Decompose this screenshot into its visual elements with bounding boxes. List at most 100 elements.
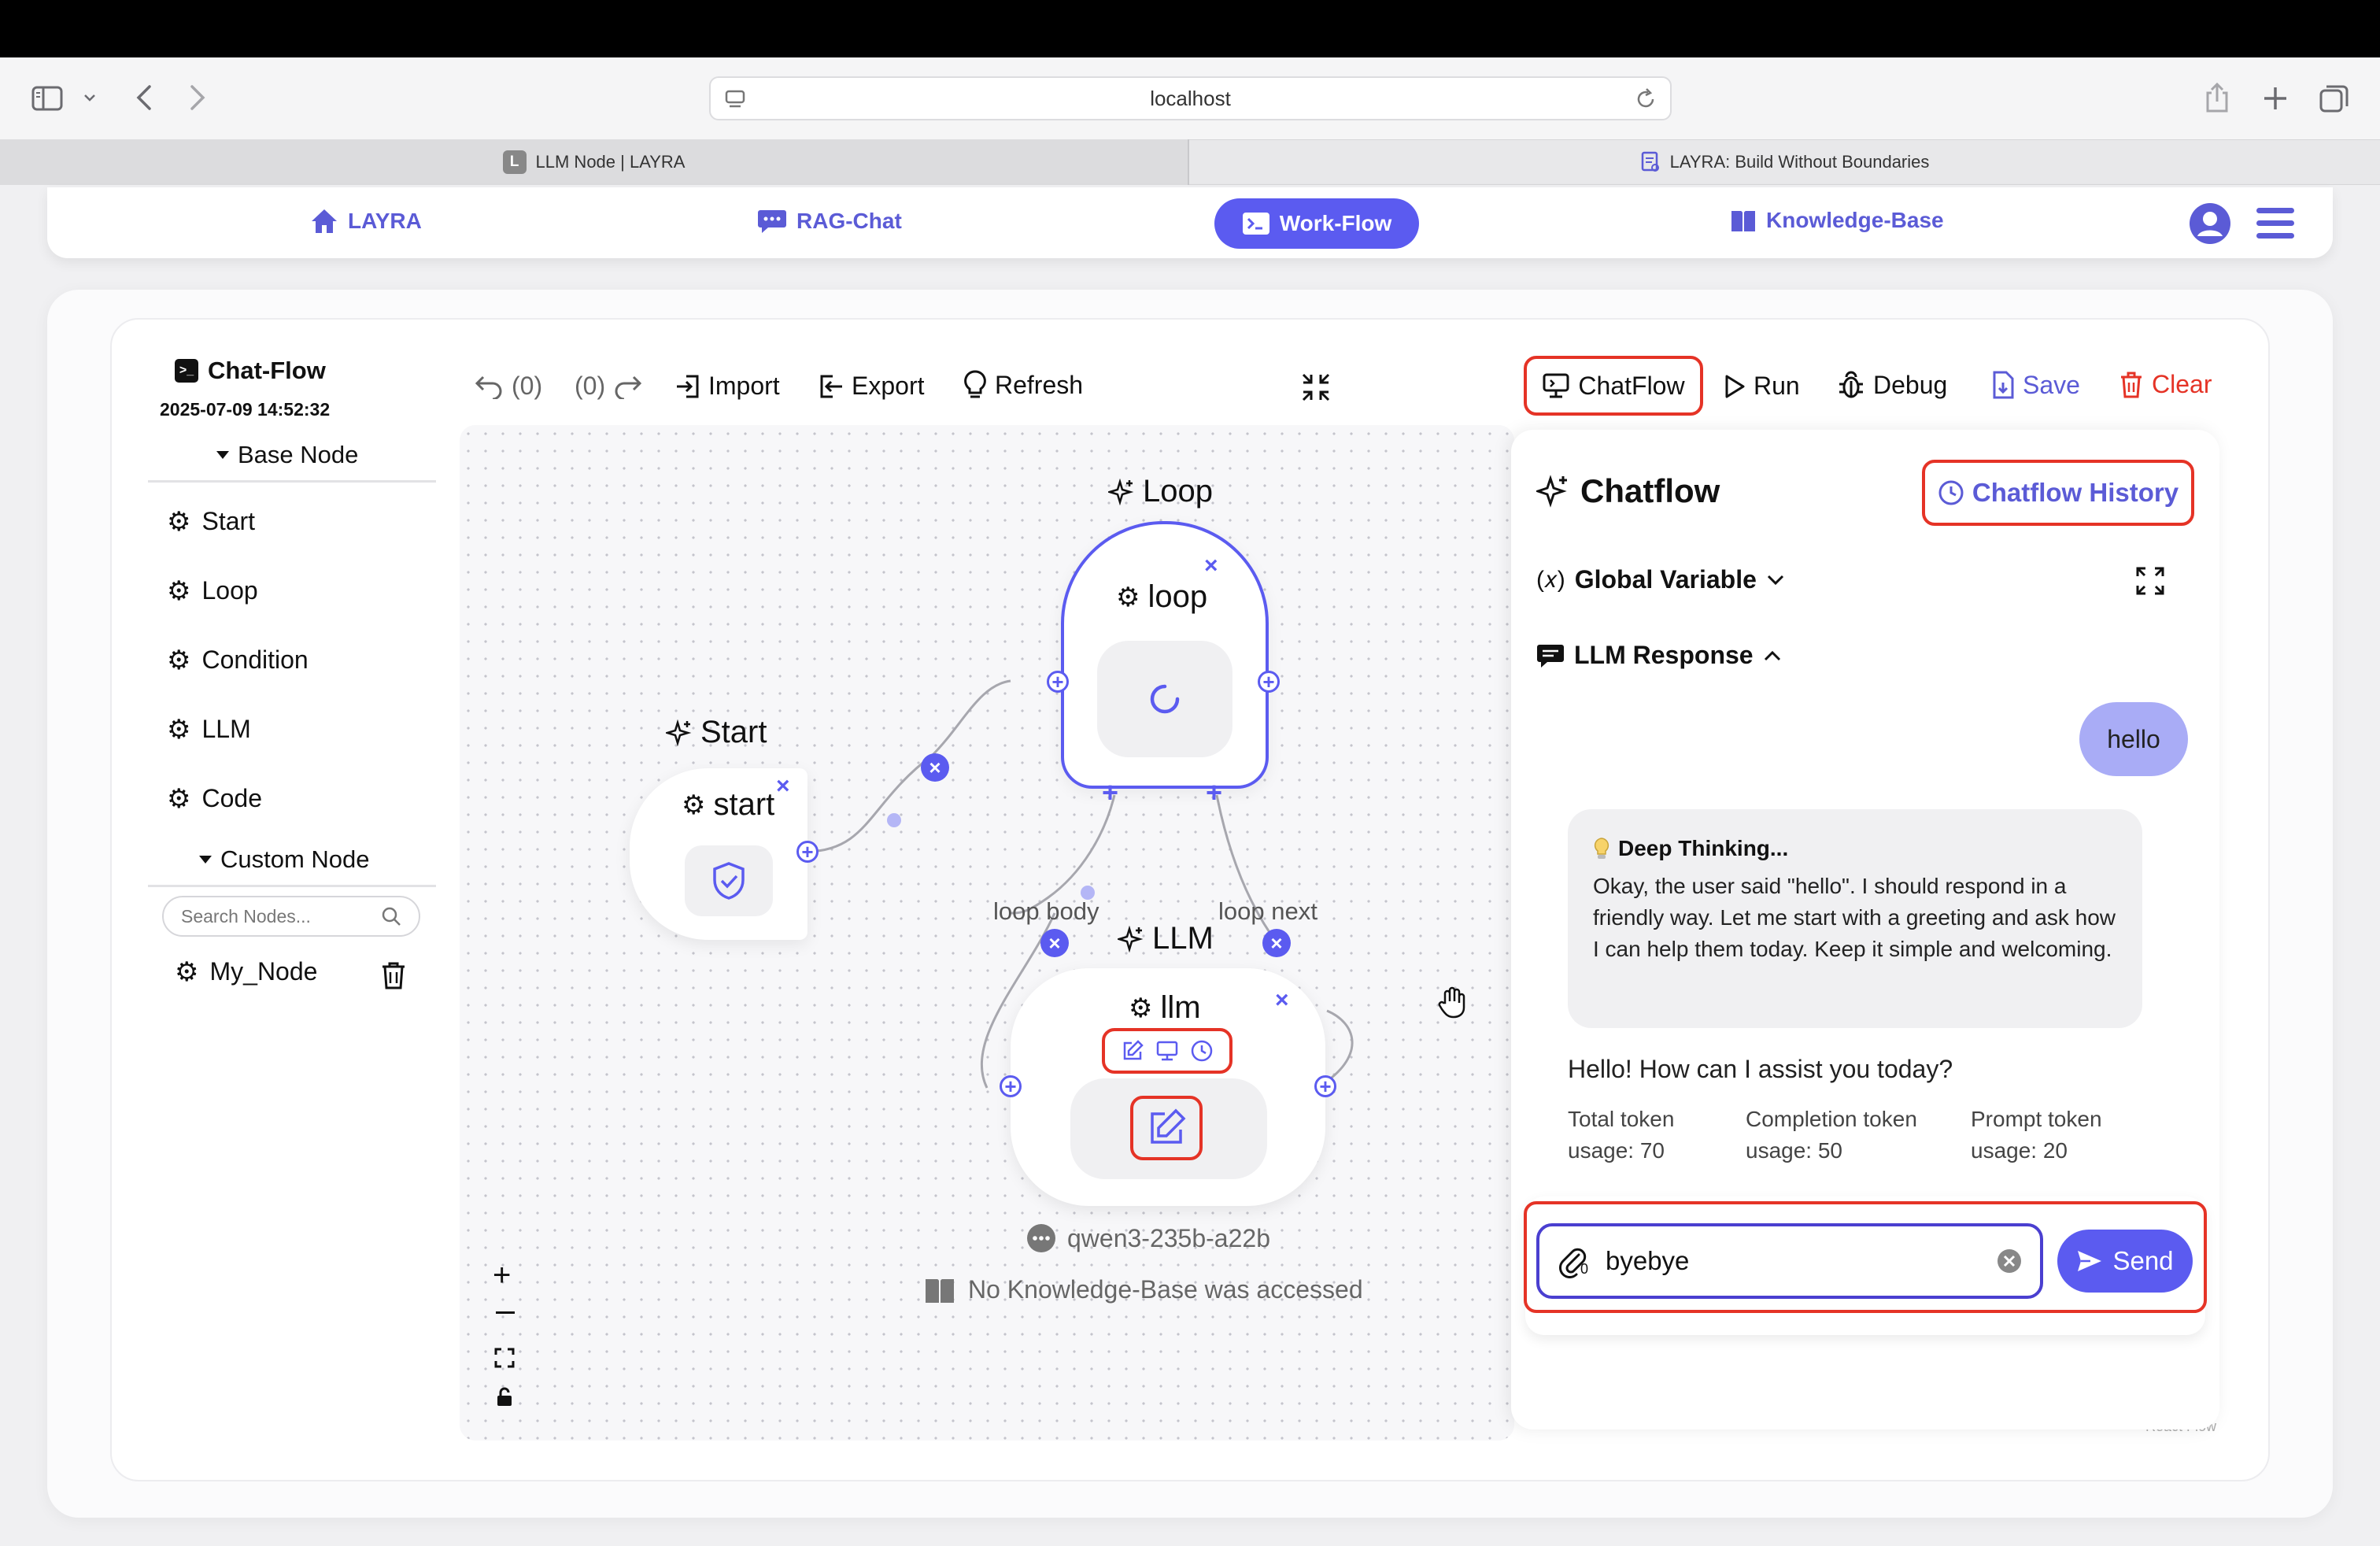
clock-icon[interactable] [1190, 1039, 1214, 1063]
undo-button[interactable]: (0) [474, 372, 542, 401]
usage-total-label: Total token [1568, 1107, 1675, 1131]
nav-knowledge-base[interactable]: Knowledge-Base [1730, 208, 1944, 233]
llm-response-toggle[interactable]: LLM Response [1536, 641, 1782, 670]
new-tab-icon[interactable] [2262, 85, 2289, 112]
sidebar-toggle-icon[interactable] [31, 85, 63, 112]
url-bar[interactable]: localhost [709, 76, 1672, 120]
collapse-icon[interactable] [1300, 372, 1332, 403]
gear-icon: ⚙ [167, 645, 191, 675]
search-nodes-input[interactable]: Search Nodes... [162, 896, 420, 937]
edit-icon[interactable] [1121, 1039, 1144, 1063]
url-text: localhost [1150, 86, 1231, 110]
sidebar-node-condition[interactable]: ⚙ Condition [167, 645, 309, 675]
chevron-down-icon[interactable] [82, 90, 98, 105]
lock-icon[interactable] [496, 1387, 513, 1407]
gear-icon: ⚙ [175, 956, 199, 987]
user-message-bubble: hello [2079, 702, 2188, 776]
user-avatar-icon[interactable] [2188, 202, 2232, 246]
forward-icon[interactable] [186, 83, 208, 112]
sparkle-icon [1108, 478, 1135, 505]
debug-button[interactable]: Debug [1837, 370, 1947, 400]
nav-workflow[interactable]: Work-Flow [1214, 198, 1419, 249]
chatflow-history-button[interactable]: Chatflow History [1922, 460, 2194, 526]
undo-count: (0) [512, 372, 543, 400]
terminal-icon: >_ [175, 359, 198, 383]
reload-icon[interactable] [1634, 87, 1658, 111]
base-node-toggle[interactable]: Base Node [216, 441, 358, 469]
sidebar-node-code[interactable]: ⚙ Code [167, 784, 262, 813]
llm-output-handle[interactable]: + [1314, 1075, 1336, 1097]
import-button[interactable]: Import [675, 372, 780, 401]
expand-icon[interactable] [2134, 565, 2166, 597]
import-label: Import [708, 372, 780, 400]
llm-edit-button[interactable] [1130, 1096, 1203, 1160]
export-icon [819, 373, 844, 400]
start-node-title-text: Start [700, 715, 767, 749]
edge-delete-icon[interactable]: × [1040, 929, 1069, 957]
sidebar-node-loop[interactable]: ⚙ Loop [167, 576, 258, 605]
chat-input[interactable]: 0 byebye [1536, 1223, 2043, 1299]
export-button[interactable]: Export [819, 372, 924, 401]
fit-view-icon[interactable] [494, 1348, 515, 1368]
base-node-label: Base Node [238, 441, 359, 468]
loop-output-handle[interactable]: + [1258, 671, 1280, 693]
trash-icon[interactable] [379, 960, 408, 990]
paperclip-icon[interactable]: 0 [1557, 1244, 1588, 1278]
refresh-label: Refresh [995, 370, 1084, 399]
redo-button[interactable]: (0) [575, 372, 643, 401]
custom-node-toggle[interactable]: Custom Node [198, 845, 370, 874]
llm-node-actions [1102, 1028, 1232, 1074]
sidebar-node-llm[interactable]: ⚙ LLM [167, 715, 251, 744]
loop-input-handle[interactable]: + [1047, 671, 1069, 693]
loop-next-handle[interactable]: + [1206, 776, 1222, 809]
tab-layra-home[interactable]: LAYRA: Build Without Boundaries [1189, 139, 2380, 185]
deep-thinking-title-text: Deep Thinking... [1618, 836, 1789, 860]
edge-delete-icon[interactable]: × [921, 753, 949, 782]
loop-node-title: Loop [1108, 474, 1213, 509]
monitor-icon[interactable] [1155, 1039, 1179, 1063]
nav-rag-chat[interactable]: RAG-Chat [757, 208, 902, 235]
close-icon[interactable]: × [1204, 553, 1218, 579]
refresh-button[interactable]: Refresh [963, 370, 1083, 400]
back-icon[interactable] [134, 83, 156, 112]
nav-home[interactable]: LAYRA [310, 208, 422, 235]
book-icon [1730, 208, 1757, 233]
global-variable-toggle[interactable]: (𝑥) Global Variable [1536, 565, 1785, 594]
llm-input-handle[interactable]: + [1000, 1075, 1022, 1097]
tab-llm-node[interactable]: L LLM Node | LAYRA [0, 139, 1189, 185]
clear-input-icon[interactable] [1996, 1248, 2023, 1274]
tab-overview-icon[interactable] [2319, 83, 2350, 113]
more-icon [1026, 1223, 1056, 1253]
close-icon[interactable]: × [1275, 987, 1289, 1014]
share-icon[interactable] [2204, 82, 2230, 113]
zoom-out-button[interactable] [496, 1311, 515, 1314]
chatflow-button[interactable]: ChatFlow [1524, 356, 1703, 416]
run-button[interactable]: Run [1724, 372, 1800, 401]
edge-delete-icon[interactable]: × [1262, 929, 1291, 957]
workflow-title: >_ Chat-Flow [175, 357, 326, 385]
workflow-date: 2025-07-09 14:52:32 [160, 399, 331, 420]
save-button[interactable]: Save [1991, 370, 2080, 400]
save-label: Save [2023, 370, 2080, 399]
start-output-handle[interactable]: + [796, 841, 819, 863]
sidebar-node-start[interactable]: ⚙ Start [167, 507, 255, 536]
llm-model-name: qwen3-235b-a22b [1067, 1223, 1270, 1252]
chatflow-history-label: Chatflow History [1972, 478, 2179, 507]
menu-icon[interactable] [2256, 206, 2295, 241]
chat-input-value: byebye [1606, 1246, 1690, 1275]
start-node-body [685, 845, 773, 916]
search-icon [381, 906, 401, 926]
redo-icon [613, 374, 643, 399]
edge-marker [887, 813, 901, 827]
clear-button[interactable]: Clear [2119, 370, 2212, 399]
nav-rag-chat-label: RAG-Chat [796, 209, 902, 233]
zoom-in-button[interactable]: + [493, 1259, 511, 1291]
close-icon[interactable]: × [776, 773, 790, 800]
bug-icon [1837, 370, 1865, 400]
save-file-icon [1991, 370, 2015, 400]
start-node-name: start [713, 787, 775, 822]
loop-body-handle[interactable]: + [1102, 776, 1118, 809]
chevron-up-icon [1763, 649, 1782, 662]
sidebar-custom-node-my-node[interactable]: ⚙ My_Node [175, 957, 317, 986]
send-button[interactable]: Send [2057, 1230, 2193, 1293]
